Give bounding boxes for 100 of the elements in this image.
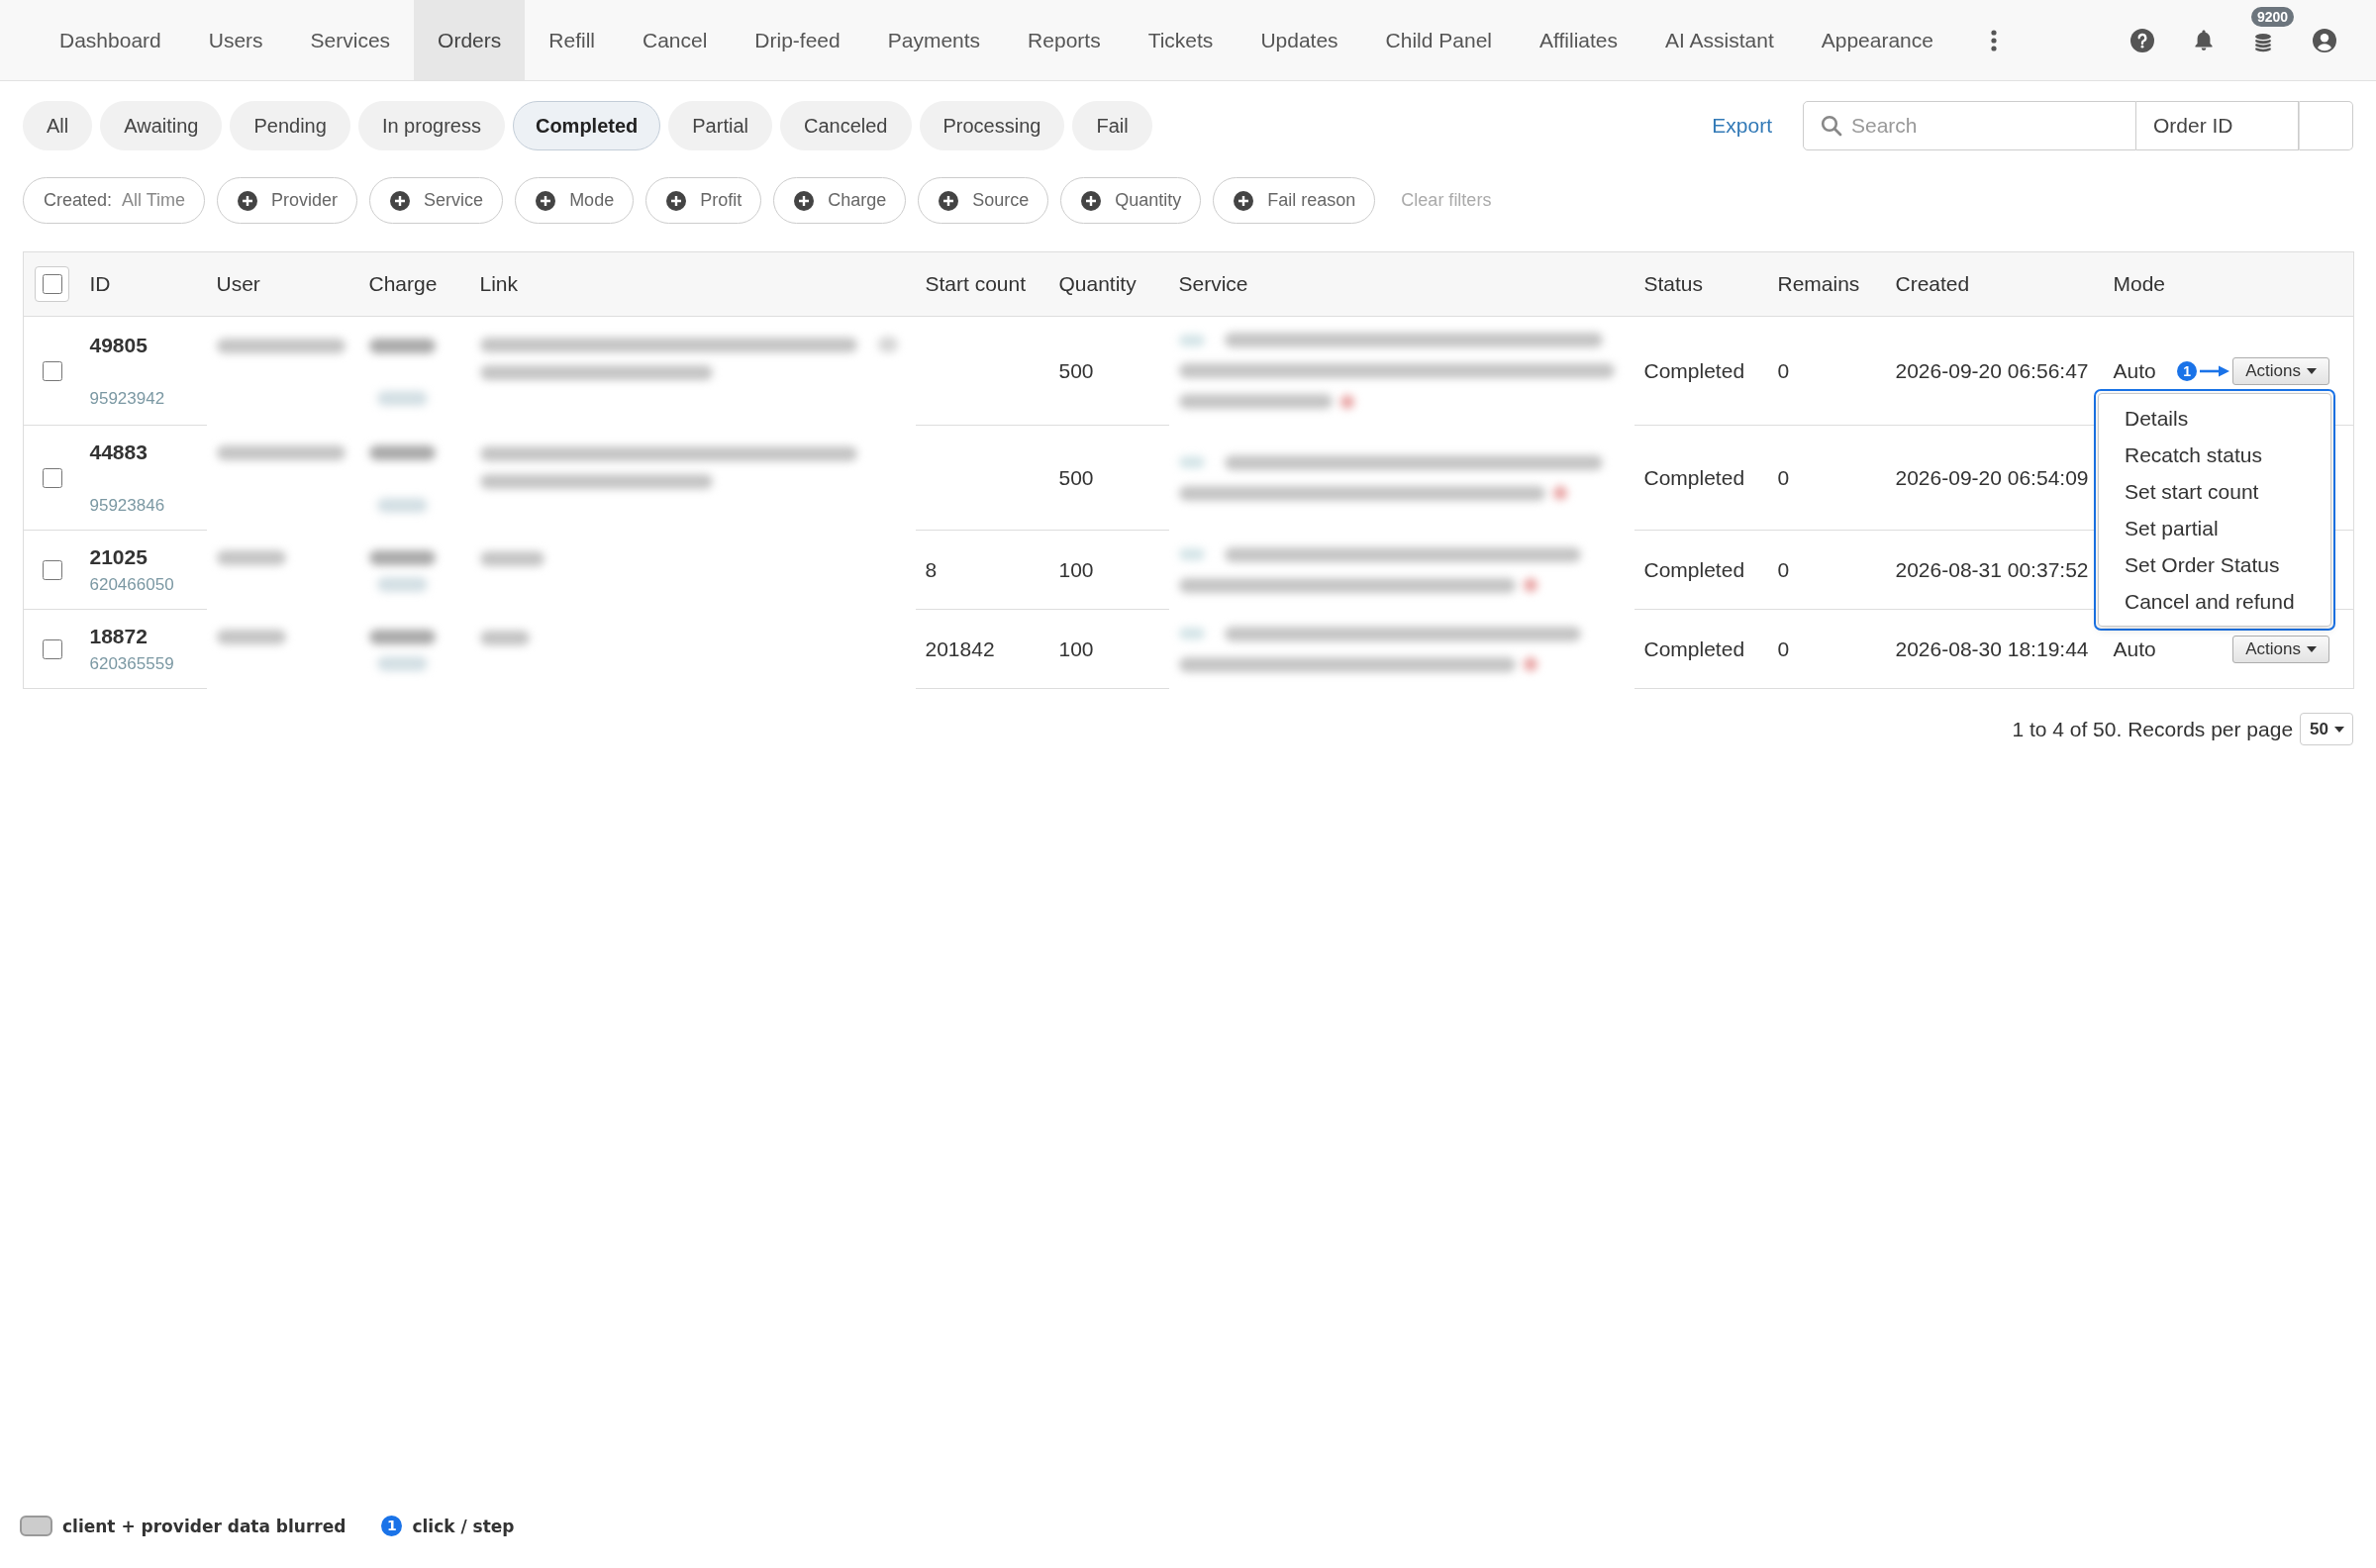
table-cell: Completed [1634,425,1768,531]
export-link[interactable]: Export [1712,114,1772,138]
nav-link[interactable]: Dashboard [36,0,185,80]
filter-chip[interactable]: Quantity [1060,177,1202,224]
order-id: 49805 [89,333,148,358]
table-cell: Completed [1634,609,1768,689]
table-cell: 100 [1048,530,1169,610]
filter-chip[interactable]: Provider [217,177,358,224]
nav-link[interactable]: Affiliates [1516,0,1641,80]
table-cell: 8 [915,530,1049,610]
bell-icon[interactable] [2194,28,2214,52]
column-header: Remains [1767,251,1886,317]
step-badge: 1 [381,1516,403,1536]
add-icon [1081,190,1102,211]
column-header: Quantity [1048,251,1169,317]
table-cell: 100 [1048,609,1169,689]
status-tab[interactable]: Fail [1072,101,1152,150]
add-icon [390,190,411,211]
row-checkbox[interactable] [43,467,62,488]
order-reference: 620466050 [89,574,174,596]
column-header: Service [1168,251,1634,317]
nav-link[interactable]: Drip-feed [731,0,864,80]
search-field[interactable]: Search [1803,101,2136,150]
legend-label: click / step [412,1516,515,1536]
add-icon [794,190,815,211]
column-header: Status [1634,251,1768,317]
status-tab[interactable]: Partial [668,101,772,150]
search-icon [1821,115,1842,137]
search-type-select[interactable]: Order ID [2136,101,2299,150]
order-id: 21025 [89,544,148,570]
table-cell: 201842 [915,609,1049,689]
nav-link[interactable]: AI Assistant [1641,0,1798,80]
status-tab[interactable]: Completed [512,101,661,150]
add-icon [1234,190,1254,211]
row-checkbox[interactable] [43,559,62,580]
column-header: Charge [358,251,470,317]
nav-link[interactable]: Services [286,0,415,80]
pagination-summary: 1 to 4 of 50. Records per page [2012,717,2294,741]
step-badge: 1 [2177,360,2198,381]
status-tab[interactable]: Awaiting [100,101,223,150]
bulk-select-button[interactable] [35,266,69,302]
caret-icon [2307,367,2317,374]
nav-link[interactable]: Orders [414,0,526,80]
filter-chip[interactable]: Service [369,177,504,224]
order-id: 44883 [89,440,148,465]
help-icon[interactable] [2130,28,2154,52]
coins-icon[interactable] [2253,31,2273,53]
filter-chip[interactable]: Mode [515,177,635,224]
mode-label: Auto [2113,636,2156,662]
order-reference: 95923942 [89,388,165,410]
more-icon[interactable] [1991,29,1997,51]
status-tab[interactable]: In progress [357,101,505,150]
status-tab[interactable]: Processing [919,101,1065,150]
actions-button[interactable]: Actions [2232,635,2329,663]
column-header: Created [1885,251,2104,317]
nav-link[interactable]: Tickets [1124,0,1238,80]
per-page-select[interactable]: 50 [2300,713,2353,745]
caret-icon [2307,645,2317,652]
status-tab[interactable]: Pending [230,101,350,150]
table-cell: 0 [1767,609,1886,689]
mode-label: Auto [2113,357,2156,384]
filter-chip[interactable]: Fail reason [1213,177,1376,224]
select-all-checkbox[interactable] [42,274,62,294]
nav-link[interactable]: Refill [525,0,619,80]
filter-chip[interactable]: Charge [773,177,907,224]
add-icon [536,190,556,211]
column-header: User [206,251,359,317]
add-icon [238,190,258,211]
table-cell: Completed [1634,530,1768,610]
user-icon[interactable] [2313,28,2336,52]
nav-link[interactable]: Updates [1237,0,1362,80]
order-reference: 95923846 [89,495,165,517]
filter-chip[interactable]: Source [918,177,1049,224]
nav-link[interactable]: Child Panel [1361,0,1516,80]
actions-button[interactable]: Actions [2232,356,2329,385]
table-cell: 0 [1767,530,1886,610]
row-checkbox[interactable] [43,638,62,659]
column-header: ID [79,251,207,317]
table-cell: 2026-08-30 18:19:44 [1885,609,2104,689]
add-icon [939,190,959,211]
nav-link[interactable]: Users [184,0,287,80]
status-tab[interactable]: Canceled [780,101,912,150]
nav-link[interactable]: Payments [863,0,1005,80]
table-cell: 500 [1048,425,1169,531]
column-header: Start count [915,251,1049,317]
column-header: Mode [2103,251,2354,317]
add-icon [666,190,687,211]
order-reference: 620365559 [89,653,174,675]
row-checkbox[interactable] [43,360,62,381]
table-cell: 0 [1767,316,1886,426]
pointer-arrow [2200,364,2230,377]
nav-link[interactable]: Reports [1004,0,1125,80]
order-id: 18872 [89,624,148,649]
nav-link[interactable]: Cancel [619,0,732,80]
filter-chip[interactable]: Profit [645,177,762,224]
filter-chip[interactable]: Created: All Time [23,177,206,224]
nav-link[interactable]: Appearance [1797,0,1957,80]
column-header: Link [469,251,916,317]
balance-badge: 9200 [2251,6,2295,27]
status-tab[interactable]: All [23,101,93,150]
